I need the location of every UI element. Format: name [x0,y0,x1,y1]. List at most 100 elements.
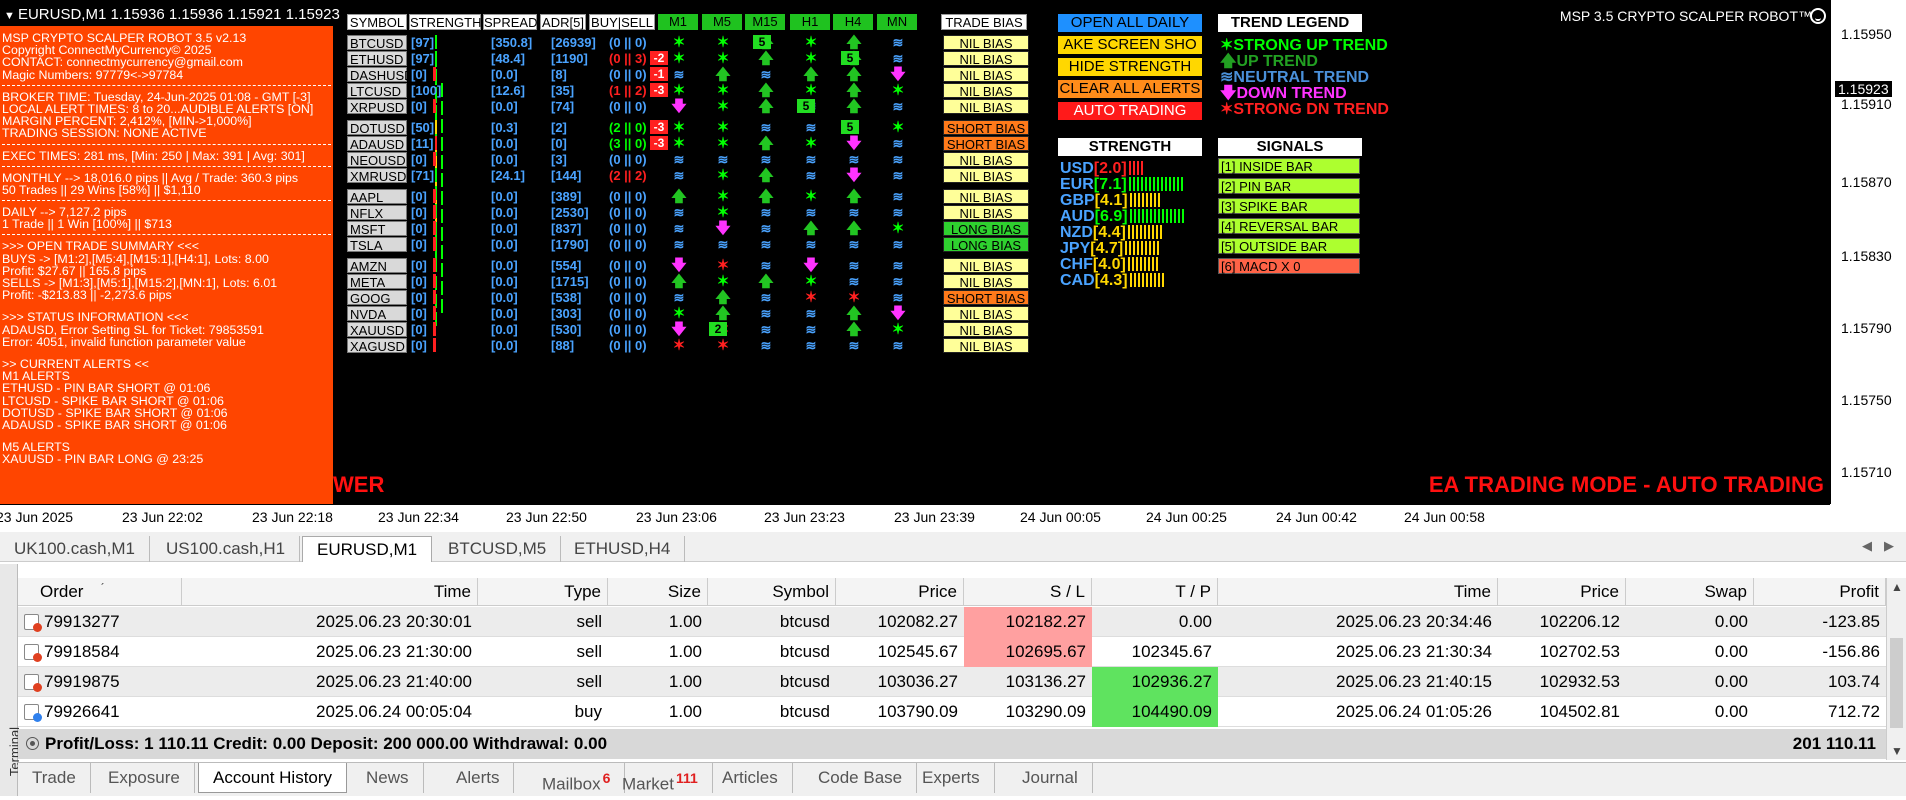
chart-tab[interactable]: UK100.cash,M1 [0,536,150,562]
chart-plot-area[interactable]: EURUSD,M1 1.15936 1.15936 1.15921 1.1592… [0,0,1830,504]
terminal-tab-experts[interactable]: Experts [908,763,995,793]
chart-tab[interactable]: EURUSD,M1 [302,536,433,562]
cell-tp: 0.00 [1178,612,1212,631]
trend-mn-icon: ✶ [891,119,905,136]
trend-m5-icon: ≋ [717,237,729,252]
scroll-thumb[interactable] [1890,638,1903,728]
info-line: LTCUSD - SPIKE BAR SHORT @ 01:06 [2,393,224,408]
column-header[interactable]: T / P [1092,578,1218,606]
symbol-cell[interactable]: XRPUSD [347,99,407,115]
vertical-scrollbar[interactable]: ▲ ▼ [1886,578,1906,760]
symbol-cell[interactable]: NEOUSD [347,152,407,168]
currency-strength-value: [6.9] [1094,208,1128,225]
terminal-tab-journal[interactable]: Journal [1008,763,1093,793]
symbol-cell[interactable]: GOOG [347,290,407,306]
strength-bar [1149,273,1152,287]
terminal-tab-market[interactable]: Market 111 [608,763,713,794]
strength-bar [1156,177,1159,191]
symbol-cell[interactable]: AMZN [347,258,407,274]
strength-bar [1151,225,1154,239]
trend-m5-icon: ✶ [716,34,730,51]
history-row[interactable]: 79918584 2025.06.23 21:30:00 sell 1.00 btcus… [18,637,1886,667]
symbol-cell[interactable]: LTCUSD [347,83,407,99]
chart-tab[interactable]: US100.cash,H1 [152,536,301,562]
time-tick: 23 Jun 23:39 [894,509,975,525]
spread-value: [350.8] [491,35,533,50]
tab-label: Account History [213,768,333,787]
adr-value: [8] [551,67,567,82]
strength-bars [433,152,436,166]
tab-scroll-right-icon[interactable]: ▶ [1884,538,1894,554]
trend-m5-icon: ≋ [717,152,729,167]
symbol-cell[interactable]: XAUUSD [347,322,407,338]
symbol-cell[interactable]: XMRUSD [347,168,407,184]
trend-m1-icon: ✶ [672,34,686,51]
symbol-cell[interactable]: DASHUSD [347,67,414,83]
symbol-cell[interactable]: MSFT [347,221,407,237]
strength-meter [1127,257,1160,271]
symbol-cell[interactable]: DOTUSD [347,120,407,136]
symbol-cell[interactable]: XAGUSD [347,338,407,354]
terminal-tab-code-base[interactable]: Code Base [804,763,918,793]
smiley-icon [1810,8,1826,24]
symbol-cell[interactable]: AAPL [347,189,407,205]
column-header[interactable]: Price [1498,578,1626,606]
symbol-cell[interactable]: ADAUSD [347,136,407,152]
price-chart[interactable]: EURUSD,M1 1.15936 1.15936 1.15921 1.1592… [0,0,1906,530]
history-row[interactable]: 79913277 2025.06.23 20:30:01 sell 1.00 btcus… [18,607,1886,637]
scroll-down-icon[interactable]: ▼ [1891,744,1903,758]
symbol-cell[interactable]: ETHUSD [347,51,407,67]
symbol-cell[interactable]: BTCUSD [347,35,407,51]
terminal-tab-account-history[interactable]: Account History [198,763,348,793]
strength-bars [435,168,439,326]
terminal-tab-articles[interactable]: Articles [708,763,793,793]
auto-trading-button[interactable]: AUTO TRADING [1058,102,1202,120]
trend-mn-icon: ≋ [892,168,904,183]
strength-bar [1143,257,1146,271]
scroll-up-icon[interactable]: ▲ [1891,580,1903,594]
column-header[interactable]: Type [478,578,608,606]
tab-scroll-left-icon[interactable]: ◀ [1862,538,1872,554]
strength-bar [441,119,443,133]
chart-tabs-bar: UK100.cash,M1 US100.cash,H1 EURUSD,M1 BTCUS… [0,532,1906,562]
clear-alerts-button[interactable]: CLEAR ALL ALERTS [1058,80,1202,98]
tab-label: Articles [722,768,778,787]
cell-profit: 103.74 [1828,672,1880,691]
column-header[interactable]: S / L [964,578,1092,606]
symbol-cell[interactable]: TSLA [347,237,407,253]
terminal-tab-alerts[interactable]: Alerts [442,763,515,793]
strength-bar [1137,241,1140,255]
strength-bar [1145,273,1148,287]
terminal-tab-trade[interactable]: Trade [18,763,91,793]
column-header[interactable]: Symbol [708,578,836,606]
symbol-cell[interactable]: NFLX [347,205,407,221]
terminal-tab-exposure[interactable]: Exposure [94,763,195,793]
terminal-tab-news[interactable]: News [352,763,424,793]
strength-bar [1160,177,1163,191]
column-header[interactable]: Size [608,578,708,606]
chart-tab[interactable]: BTCUSD,M5 [434,536,562,562]
history-row[interactable]: 79919875 2025.06.23 21:40:00 sell 1.00 btcus… [18,667,1886,697]
column-header[interactable]: Profit [1754,578,1886,606]
spread-value: [0.0] [491,290,518,305]
column-header[interactable]: Swap [1626,578,1754,606]
strength-bar [1159,225,1162,239]
currency-code: CAD [1060,272,1095,289]
strength-bar [1169,209,1172,223]
symbol-cell[interactable]: NVDA [347,306,407,322]
price-tick: 1.15910 [1841,96,1892,112]
history-row[interactable]: 79926641 2025.06.24 00:05:04 buy 1.00 btcusd… [18,697,1886,727]
strength-bar [441,281,443,295]
spread-value: [0.0] [491,67,518,82]
hide-strength-button[interactable]: HIDE STRENGTH [1058,58,1202,76]
column-header[interactable]: Time [182,578,478,606]
strength-bar [1173,209,1176,223]
column-header[interactable]: Time [1218,578,1498,606]
take-screenshot-button[interactable]: AKE SCREEN SHO [1058,36,1202,54]
column-header[interactable]: Price [836,578,964,606]
chart-tab[interactable]: ETHUSD,H4 [560,536,686,562]
trend-h1-icon: ✶ [804,34,818,51]
symbol-cell[interactable]: META [347,274,407,290]
open-all-daily-button[interactable]: OPEN ALL DAILY [1058,14,1202,32]
trend-h4-icon: 🡅 [846,305,862,322]
